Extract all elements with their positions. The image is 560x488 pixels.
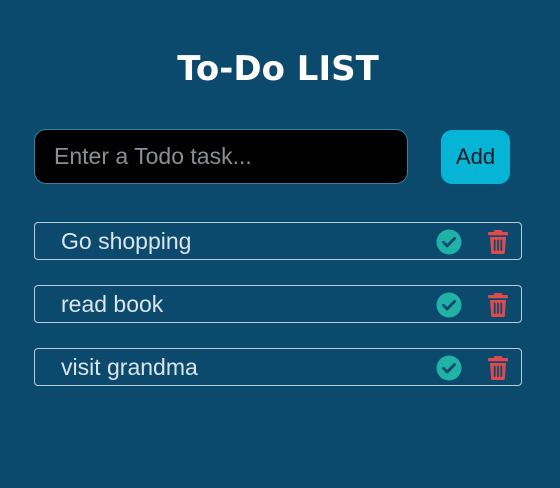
todo-item-text: read book xyxy=(61,291,164,317)
check-circle-icon[interactable] xyxy=(436,355,462,381)
trash-icon[interactable] xyxy=(485,292,511,318)
todo-item-text: visit grandma xyxy=(61,354,198,380)
todo-item: read book xyxy=(34,285,522,323)
todo-item: Go shopping xyxy=(34,222,522,260)
todo-list: Go shopping read book visit grandma xyxy=(34,222,522,411)
trash-icon[interactable] xyxy=(485,229,511,255)
check-circle-icon[interactable] xyxy=(436,292,462,318)
page-title: To-Do LIST xyxy=(177,49,379,89)
add-button[interactable]: Add xyxy=(441,130,510,184)
todo-item: visit grandma xyxy=(34,348,522,386)
trash-icon[interactable] xyxy=(485,355,511,381)
todo-app: To-Do LIST Add Go shopping read book vis… xyxy=(0,0,560,488)
todo-item-text: Go shopping xyxy=(61,228,192,254)
check-circle-icon[interactable] xyxy=(436,229,462,255)
todo-task-input[interactable] xyxy=(34,129,408,184)
